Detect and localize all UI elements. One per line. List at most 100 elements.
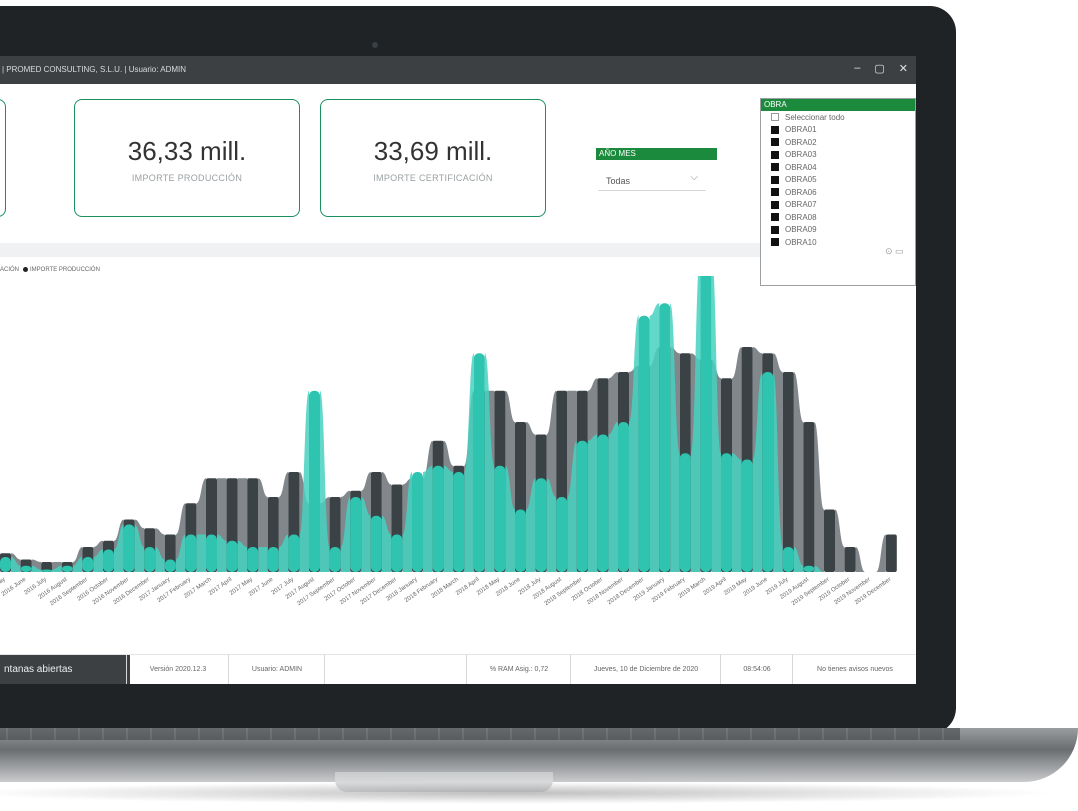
bar-certification[interactable]	[41, 569, 53, 573]
slicer-item-label: OBRA06	[785, 187, 817, 197]
checkbox-icon[interactable]	[771, 163, 779, 172]
bar-certification[interactable]	[309, 390, 320, 572]
bar-certification[interactable]	[576, 440, 588, 572]
bar-certification[interactable]	[123, 524, 135, 573]
bar-certification[interactable]	[20, 565, 32, 572]
bar-certification[interactable]	[350, 497, 362, 572]
slicer-item[interactable]: OBRA04	[761, 161, 915, 174]
maximize-icon[interactable]: ▢	[874, 62, 884, 75]
bar-certification[interactable]	[0, 557, 11, 572]
camera-icon	[372, 42, 378, 48]
kpi-card-produccion: 36,33 mill. IMPORTE PRODUCCIÓN	[74, 99, 300, 217]
status-user: Usuario: ADMIN	[228, 655, 325, 684]
bar-certification[interactable]	[247, 547, 259, 572]
x-tick-label: 2019 December	[854, 577, 892, 606]
status-ram: % RAM Asig.: 0,72	[466, 655, 571, 684]
ribbon-production	[855, 547, 866, 572]
bar-certification[interactable]	[226, 540, 238, 572]
ribbon-certification	[629, 315, 639, 572]
x-tick-label: 2018 December	[607, 577, 645, 606]
bar-certification[interactable]	[659, 303, 671, 572]
bar-certification[interactable]	[473, 353, 485, 572]
year-month-dropdown[interactable]: Todas ⌵	[598, 168, 706, 191]
bar-certification[interactable]	[597, 434, 609, 573]
bar-certification[interactable]	[741, 459, 753, 573]
title-bar: | PROMED CONSULTING, S.L.U. | Usuario: A…	[0, 56, 916, 84]
chevron-down-icon[interactable]: ⌵	[690, 172, 698, 183]
bar-certification[interactable]	[721, 453, 732, 572]
ribbon-certification	[608, 422, 618, 572]
open-windows-tab[interactable]: ntanas abiertas	[0, 655, 130, 684]
bar-certification[interactable]	[185, 534, 197, 573]
checkbox-icon[interactable]	[771, 213, 779, 222]
bar-certification[interactable]	[288, 534, 300, 573]
bar-certification[interactable]	[700, 276, 712, 572]
slicer-item[interactable]: OBRA09	[761, 224, 915, 237]
bar-certification[interactable]	[144, 547, 156, 572]
status-time: 08:54:06	[720, 655, 793, 684]
bar-certification[interactable]	[803, 565, 815, 572]
minimize-icon[interactable]: –	[854, 62, 860, 75]
ribbon-certification	[484, 353, 495, 572]
slicer-item-label: OBRA09	[785, 225, 817, 235]
bar-certification[interactable]	[432, 465, 444, 572]
bar-certification[interactable]	[391, 534, 403, 573]
kpi-card-partial	[0, 99, 6, 217]
bar-production[interactable]	[844, 547, 856, 572]
bar-certification[interactable]	[556, 497, 568, 572]
slicer-item-label: OBRA01	[785, 125, 817, 135]
bar-certification[interactable]	[61, 565, 73, 572]
checkbox-icon[interactable]	[771, 138, 779, 147]
slicer-item-label: OBRA03	[785, 150, 817, 160]
bar-certification[interactable]	[164, 559, 176, 573]
checkbox-icon[interactable]	[771, 150, 779, 159]
bar-certification[interactable]	[618, 422, 629, 572]
checkbox-icon[interactable]	[771, 188, 779, 197]
bar-certification[interactable]	[782, 547, 794, 572]
bar-certification[interactable]	[679, 453, 691, 572]
bar-certification[interactable]	[453, 472, 465, 572]
bar-certification[interactable]	[412, 472, 423, 572]
ribbon-certification	[649, 303, 660, 572]
bar-certification[interactable]	[535, 478, 547, 572]
slicer-item[interactable]: OBRA07	[761, 199, 915, 212]
bar-certification[interactable]	[329, 547, 341, 572]
bar-production[interactable]	[782, 372, 794, 572]
bar-certification[interactable]	[515, 509, 526, 573]
close-icon[interactable]: ✕	[899, 62, 908, 75]
legend-series-b: IMPORTE PRODUCCIÓN	[30, 267, 100, 274]
bar-certification[interactable]	[267, 547, 279, 572]
chart-options-icon[interactable]: ⊙ ▭	[885, 246, 904, 257]
bar-certification[interactable]	[494, 465, 506, 572]
slicer-item[interactable]: OBRA03	[761, 149, 915, 162]
slicer-item-label: OBRA07	[785, 200, 817, 210]
bar-production[interactable]	[803, 422, 815, 572]
slicer-item-label: OBRA05	[785, 175, 817, 185]
checkbox-icon[interactable]	[771, 113, 779, 122]
ribbon-production	[793, 372, 804, 572]
bar-certification[interactable]	[82, 557, 94, 572]
checkbox-icon[interactable]	[771, 200, 779, 209]
slicer-item[interactable]: OBRA08	[761, 211, 915, 224]
bar-certification[interactable]	[762, 372, 774, 572]
window-controls: – ▢ ✕	[854, 62, 908, 75]
bar-certification[interactable]	[370, 515, 382, 572]
ribbon-chart: 2016 May2016 June2016 July2016 August201…	[0, 276, 897, 607]
status-empty	[324, 655, 467, 684]
x-tick-label: 2017 December	[360, 577, 398, 606]
checkbox-icon[interactable]	[771, 175, 779, 184]
checkbox-icon[interactable]	[771, 125, 779, 134]
slicer-item[interactable]: OBRA02	[761, 136, 915, 149]
bar-certification[interactable]	[638, 315, 650, 572]
slicer-select-all[interactable]: Seleccionar todo	[761, 111, 915, 124]
slicer-item[interactable]: OBRA06	[761, 186, 915, 199]
slicer-item[interactable]: OBRA05	[761, 174, 915, 187]
checkbox-icon[interactable]	[771, 225, 779, 234]
checkbox-icon[interactable]	[771, 238, 779, 247]
slicer-item[interactable]: OBRA01	[761, 124, 915, 137]
bar-production[interactable]	[885, 534, 897, 573]
bar-certification[interactable]	[103, 549, 114, 573]
ribbon-certification	[423, 465, 433, 572]
bar-certification[interactable]	[206, 534, 217, 573]
bar-production[interactable]	[824, 509, 835, 573]
